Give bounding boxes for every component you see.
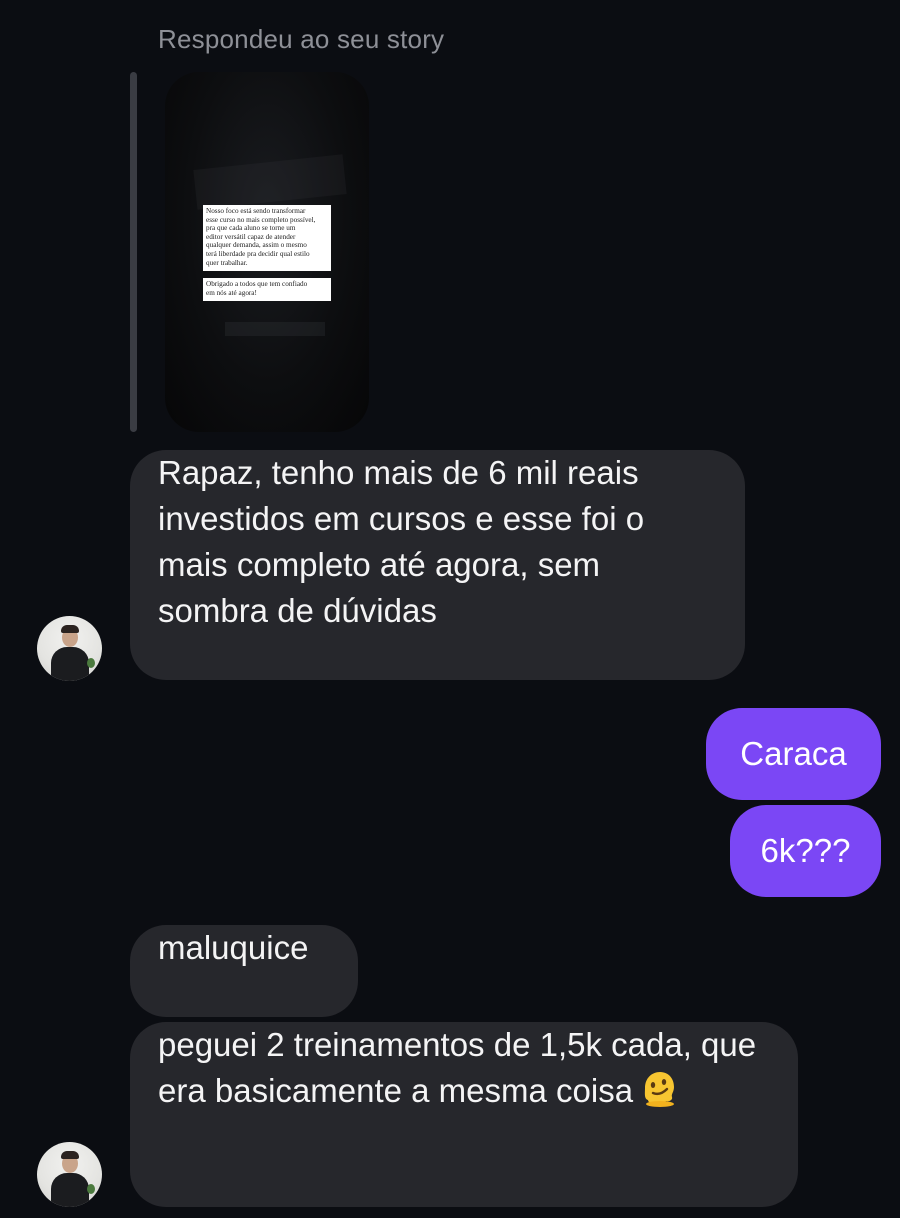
message-bubble-outgoing[interactable]: Caraca (706, 708, 881, 800)
melting-face-emoji-icon (644, 1072, 675, 1107)
story-text-card: Nosso foco está sendo transformar esse c… (203, 205, 331, 271)
reply-header: Respondeu ao seu story (158, 24, 445, 54)
avatar[interactable] (37, 616, 102, 681)
reply-quote-bar (130, 72, 137, 432)
message-bubble-outgoing[interactable]: 6k??? (730, 805, 881, 897)
story-background-shape (225, 322, 325, 336)
message-bubble-incoming[interactable]: peguei 2 treinamentos de 1,5k cada, que … (130, 1022, 798, 1207)
message-bubble-incoming[interactable]: maluquice (130, 925, 358, 1017)
message-bubble-incoming[interactable]: Rapaz, tenho mais de 6 mil reais investi… (130, 450, 745, 680)
story-background-shape (193, 154, 347, 210)
story-text-card: Obrigado a todos que tem confiado em nós… (203, 278, 331, 301)
story-thumbnail[interactable]: Nosso foco está sendo transformar esse c… (165, 72, 369, 432)
avatar[interactable] (37, 1142, 102, 1207)
